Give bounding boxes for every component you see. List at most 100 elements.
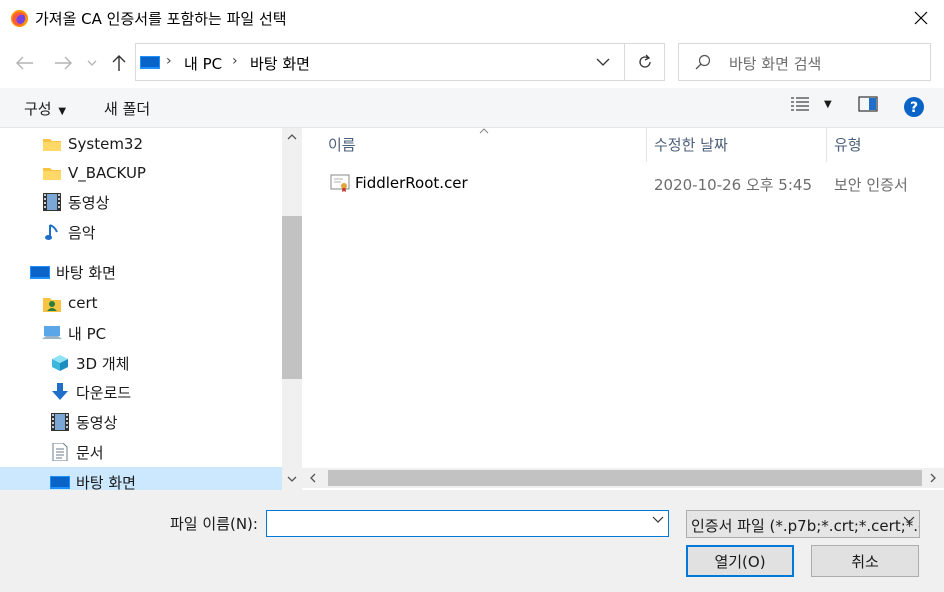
- search-placeholder: 바탕 화면 검색: [729, 55, 822, 73]
- filename-input[interactable]: [266, 510, 669, 537]
- chevron-down-icon[interactable]: [594, 53, 612, 71]
- close-icon: [914, 11, 928, 25]
- address-bar[interactable]: › 내 PC › 바탕 화면: [135, 43, 665, 81]
- breadcrumb-desktop[interactable]: 바탕 화면: [250, 53, 310, 74]
- sidebar-item-label: 문서: [76, 443, 104, 462]
- desktop-icon: [50, 472, 70, 490]
- file-name: FiddlerRoot.cer: [355, 174, 468, 192]
- chevron-down-icon: [287, 476, 297, 482]
- file-type: 보안 인증서: [834, 176, 908, 194]
- open-button[interactable]: 열기(O): [686, 545, 794, 577]
- sidebar-item-videos-pc[interactable]: 동영상: [0, 407, 282, 437]
- document-icon: [50, 442, 70, 462]
- title-bar: 가져올 CA 인증서를 포함하는 파일 선택: [0, 0, 944, 37]
- sidebar-item-system32[interactable]: System32: [0, 129, 282, 159]
- folder-icon: [42, 163, 62, 183]
- file-list-hscrollbar-thumb[interactable]: [328, 470, 922, 486]
- preview-pane-button[interactable]: [858, 96, 878, 112]
- sidebar-item-label: cert: [68, 294, 98, 312]
- svg-text:?: ?: [910, 100, 918, 116]
- column-header-modified[interactable]: 수정한 날짜: [654, 134, 728, 155]
- sidebar-item-label: 3D 개체: [76, 354, 130, 373]
- refresh-button[interactable]: [624, 43, 665, 81]
- chevron-down-icon[interactable]: [652, 516, 664, 524]
- sidebar-item-my-pc[interactable]: 내 PC: [0, 318, 282, 348]
- sidebar-item-desktop-root[interactable]: 바탕 화면: [0, 257, 282, 287]
- sidebar-item-3d-objects[interactable]: 3D 개체: [0, 348, 282, 378]
- sidebar-item-label: 다운로드: [76, 383, 132, 402]
- column-divider[interactable]: [826, 128, 827, 162]
- sidebar-item-desktop[interactable]: 바탕 화면: [0, 467, 282, 490]
- 3d-objects-icon: [50, 353, 70, 373]
- chevron-up-icon: [287, 134, 297, 140]
- file-type-filter[interactable]: 인증서 파일 (*.p7b;*.crt;*.cert;*.c: [686, 510, 920, 538]
- arrow-up-icon: [112, 55, 126, 71]
- dropdown-icon: ▼: [824, 98, 832, 110]
- column-divider[interactable]: [646, 128, 647, 162]
- navigation-pane: System32 V_BACKUP 동영상 음악 바탕 화면 cert 내 PC…: [0, 128, 282, 490]
- sidebar-item-label: 바탕 화면: [56, 263, 116, 282]
- video-icon: [42, 192, 62, 212]
- chevron-down-icon: [87, 60, 97, 66]
- filename-label: 파일 이름(N):: [170, 515, 258, 533]
- refresh-icon: [638, 54, 651, 68]
- sidebar-item-label: 동영상: [68, 193, 110, 212]
- dropdown-icon: ▼: [58, 106, 67, 117]
- command-bar: 구성 ▼ 새 폴더 ▼ ?: [0, 88, 944, 128]
- folder-icon: [42, 134, 62, 154]
- bottom-panel: [0, 490, 944, 592]
- sidebar-item-v-backup[interactable]: V_BACKUP: [0, 158, 282, 188]
- view-options-button[interactable]: ▼: [790, 96, 832, 112]
- organize-label: 구성: [24, 100, 52, 118]
- cancel-button[interactable]: 취소: [811, 545, 919, 577]
- arrow-right-icon: [55, 56, 72, 70]
- sort-ascending-icon: [479, 128, 489, 134]
- new-folder-button[interactable]: 새 폴더: [104, 98, 150, 119]
- video-icon: [50, 412, 70, 432]
- column-header-name[interactable]: 이름: [328, 134, 356, 155]
- up-button[interactable]: [108, 52, 130, 74]
- arrow-left-icon: [16, 56, 33, 70]
- help-button[interactable]: ?: [904, 97, 924, 117]
- chevron-right-icon: ›: [232, 53, 238, 69]
- forward-button[interactable]: [52, 52, 74, 74]
- file-list: 이름 수정한 날짜 유형 FiddlerRoot.cer 2020-10-26 …: [302, 128, 944, 468]
- chevron-right-icon: [930, 473, 936, 483]
- help-icon: ?: [904, 97, 924, 117]
- sidebar-item-music[interactable]: 음악: [0, 217, 282, 247]
- close-button[interactable]: [906, 4, 936, 32]
- back-button[interactable]: [14, 52, 36, 74]
- firefox-icon: [10, 9, 29, 28]
- preview-pane-icon: [858, 96, 878, 112]
- sidebar-item-cert[interactable]: cert: [0, 288, 282, 318]
- sidebar-item-downloads[interactable]: 다운로드: [0, 377, 282, 407]
- file-row[interactable]: FiddlerRoot.cer 2020-10-26 오후 5:45 보안 인증…: [302, 168, 944, 198]
- breadcrumb-my-pc[interactable]: 내 PC: [184, 53, 222, 74]
- recent-locations-button[interactable]: [84, 52, 100, 74]
- organize-button[interactable]: 구성 ▼: [24, 98, 66, 119]
- sidebar-item-label: 내 PC: [68, 324, 107, 343]
- sidebar-item-videos[interactable]: 동영상: [0, 187, 282, 217]
- sidebar-item-label: V_BACKUP: [68, 164, 146, 182]
- window-title: 가져올 CA 인증서를 포함하는 파일 선택: [35, 10, 287, 28]
- sidebar-item-label: 음악: [68, 223, 96, 242]
- desktop-icon: [30, 262, 50, 282]
- sidebar-item-label: System32: [68, 135, 144, 153]
- user-folder-icon: [42, 293, 62, 313]
- column-header-type[interactable]: 유형: [834, 134, 862, 155]
- certificate-file-icon: [330, 174, 350, 192]
- search-icon: [695, 54, 711, 70]
- desktop-icon: [140, 56, 160, 69]
- sidebar-item-documents[interactable]: 문서: [0, 437, 282, 467]
- pc-icon: [42, 323, 62, 343]
- search-box[interactable]: 바탕 화면 검색: [678, 43, 931, 81]
- music-icon: [42, 222, 62, 242]
- details-view-icon: [791, 97, 809, 111]
- sidebar-scrollbar-thumb[interactable]: [282, 216, 302, 379]
- chevron-left-icon: [310, 473, 316, 483]
- chevron-right-icon: ›: [166, 53, 172, 69]
- chevron-down-icon[interactable]: [903, 516, 915, 524]
- sidebar-item-label: 동영상: [76, 413, 118, 432]
- file-modified: 2020-10-26 오후 5:45: [654, 176, 812, 194]
- sidebar-item-label: 바탕 화면: [76, 473, 136, 491]
